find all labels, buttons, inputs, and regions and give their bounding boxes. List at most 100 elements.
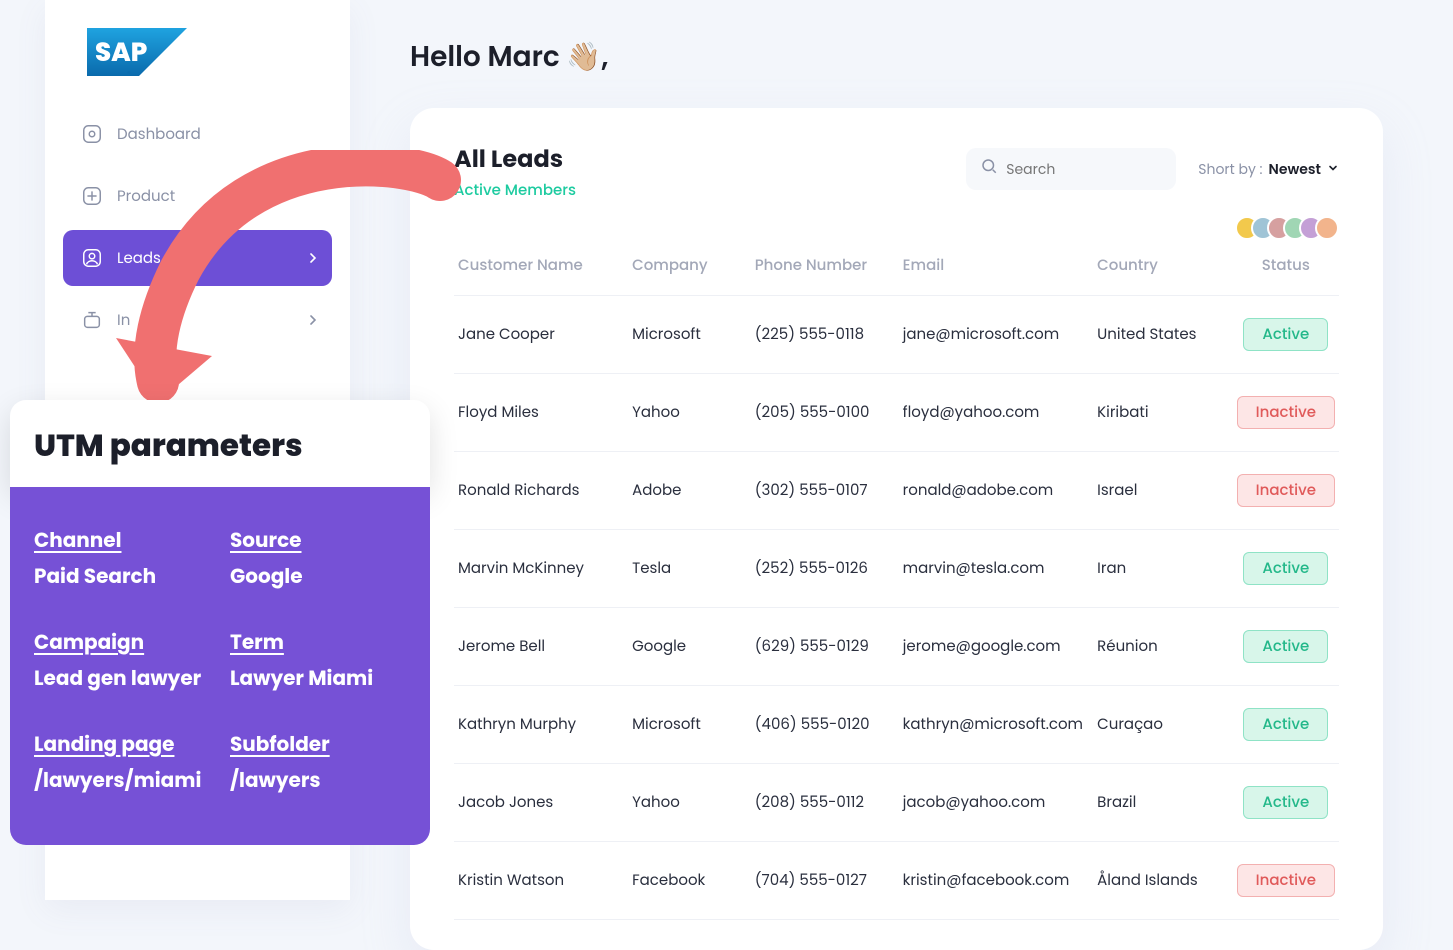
column-header: Company [628,244,751,296]
table-cell: Marvin McKinney [454,530,628,608]
utm-param: Subfolder/lawyers [230,729,406,795]
table-row[interactable]: Floyd MilesYahoo(205) 555-0100floyd@yaho… [454,374,1339,452]
avatar-group [454,216,1339,240]
table-cell: Jerome Bell [454,608,628,686]
sort-label: Short by : [1198,159,1262,180]
table-cell: (704) 555-0127 [751,842,899,920]
table-cell: (225) 555-0118 [751,296,899,374]
status-cell: Active [1233,296,1339,374]
utm-value: Lawyer Miami [230,663,406,693]
status-cell: Active [1233,764,1339,842]
table-cell: Yahoo [628,374,751,452]
table-cell: (302) 555-0107 [751,452,899,530]
product-icon [81,185,103,207]
table-cell: United States [1093,296,1233,374]
utm-value: Lead gen lawyer [34,663,210,693]
table-cell: Microsoft [628,686,751,764]
card-subtitle: Active Members [454,179,576,202]
utm-panel: UTM parameters ChannelPaid SearchSourceG… [10,400,430,845]
table-cell: ronald@adobe.com [899,452,1093,530]
sidebar-item-label: Leads [117,247,161,270]
status-badge: Active [1243,318,1328,351]
sidebar-item-product[interactable]: Product [63,168,332,224]
table-row[interactable]: Marvin McKinneyTesla(252) 555-0126marvin… [454,530,1339,608]
table-cell: (205) 555-0100 [751,374,899,452]
nav: Dashboard Product Leads In [45,106,350,348]
utm-title: UTM parameters [34,422,406,469]
table-cell: kristin@facebook.com [899,842,1093,920]
table-cell: Åland Islands [1093,842,1233,920]
table-row[interactable]: Jerome BellGoogle(629) 555-0129jerome@go… [454,608,1339,686]
table-cell: Jacob Jones [454,764,628,842]
table-cell: Facebook [628,842,751,920]
column-header: Customer Name [454,244,628,296]
chevron-down-icon [1327,159,1339,180]
utm-param: Campaign Lead gen lawyer [34,627,210,693]
status-badge: Inactive [1237,864,1335,897]
table-cell: jane@microsoft.com [899,296,1093,374]
search-input[interactable] [1006,159,1156,180]
status-badge: Inactive [1237,396,1335,429]
search-box[interactable] [966,148,1176,190]
table-cell: (406) 555-0120 [751,686,899,764]
status-badge: Active [1243,552,1328,585]
status-cell: Active [1233,530,1339,608]
table-cell: Curaçao [1093,686,1233,764]
sort-dropdown[interactable]: Short by : Newest [1198,159,1339,180]
leads-card: All Leads Active Members Short by : Newe… [410,108,1383,950]
table-cell: Brazil [1093,764,1233,842]
table-cell: floyd@yahoo.com [899,374,1093,452]
income-icon [81,309,103,331]
dashboard-icon [81,123,103,145]
status-cell: Inactive [1233,842,1339,920]
table-cell: Iran [1093,530,1233,608]
table-cell: Réunion [1093,608,1233,686]
utm-value: /lawyers [230,765,406,795]
page-greeting: Hello Marc 👋🏼, [410,36,1383,78]
utm-param: Landing page/lawyers/miami [34,729,210,795]
table-cell: (629) 555-0129 [751,608,899,686]
table-row[interactable]: Kristin WatsonFacebook(704) 555-0127kris… [454,842,1339,920]
utm-label: Subfolder [230,729,406,759]
status-cell: Inactive [1233,452,1339,530]
utm-value: Paid Search [34,561,210,591]
status-cell: Active [1233,686,1339,764]
column-header: Status [1233,244,1339,296]
table-cell: (252) 555-0126 [751,530,899,608]
main-content: Hello Marc 👋🏼, All Leads Active Members … [350,0,1453,903]
table-cell: jerome@google.com [899,608,1093,686]
status-badge: Active [1243,786,1328,819]
status-badge: Inactive [1237,474,1335,507]
card-title: All Leads [454,142,576,177]
table-cell: Google [628,608,751,686]
table-row[interactable]: Jane CooperMicrosoft(225) 555-0118jane@m… [454,296,1339,374]
leads-table: Customer NameCompanyPhone NumberEmailCou… [454,244,1339,920]
table-cell: kathryn@microsoft.com [899,686,1093,764]
table-cell: Kiribati [1093,374,1233,452]
sidebar-item-dashboard[interactable]: Dashboard [63,106,332,162]
utm-body: ChannelPaid SearchSourceGoogleCampaignLe… [10,487,430,845]
svg-text:SAP: SAP [95,35,147,71]
table-cell: Israel [1093,452,1233,530]
utm-value: /lawyers/miami [34,765,210,795]
chevron-right-icon [308,247,318,270]
column-header: Country [1093,244,1233,296]
table-cell: Kathryn Murphy [454,686,628,764]
status-cell: Inactive [1233,374,1339,452]
search-icon [980,157,998,182]
utm-label: Campaign [34,627,210,657]
avatar [1315,216,1339,240]
table-cell: Ronald Richards [454,452,628,530]
utm-param: ChannelPaid Search [34,525,210,591]
table-row[interactable]: Jacob JonesYahoo(208) 555-0112jacob@yaho… [454,764,1339,842]
table-row[interactable]: Ronald RichardsAdobe(302) 555-0107ronald… [454,452,1339,530]
status-cell: Active [1233,608,1339,686]
table-cell: Jane Cooper [454,296,628,374]
table-cell: Microsoft [628,296,751,374]
table-row[interactable]: Kathryn MurphyMicrosoft(406) 555-0120kat… [454,686,1339,764]
sidebar-item-income[interactable]: In [63,292,332,348]
table-cell: Floyd Miles [454,374,628,452]
sidebar-item-leads[interactable]: Leads [63,230,332,286]
status-badge: Active [1243,708,1328,741]
utm-param: TermLawyer Miami [230,627,406,693]
